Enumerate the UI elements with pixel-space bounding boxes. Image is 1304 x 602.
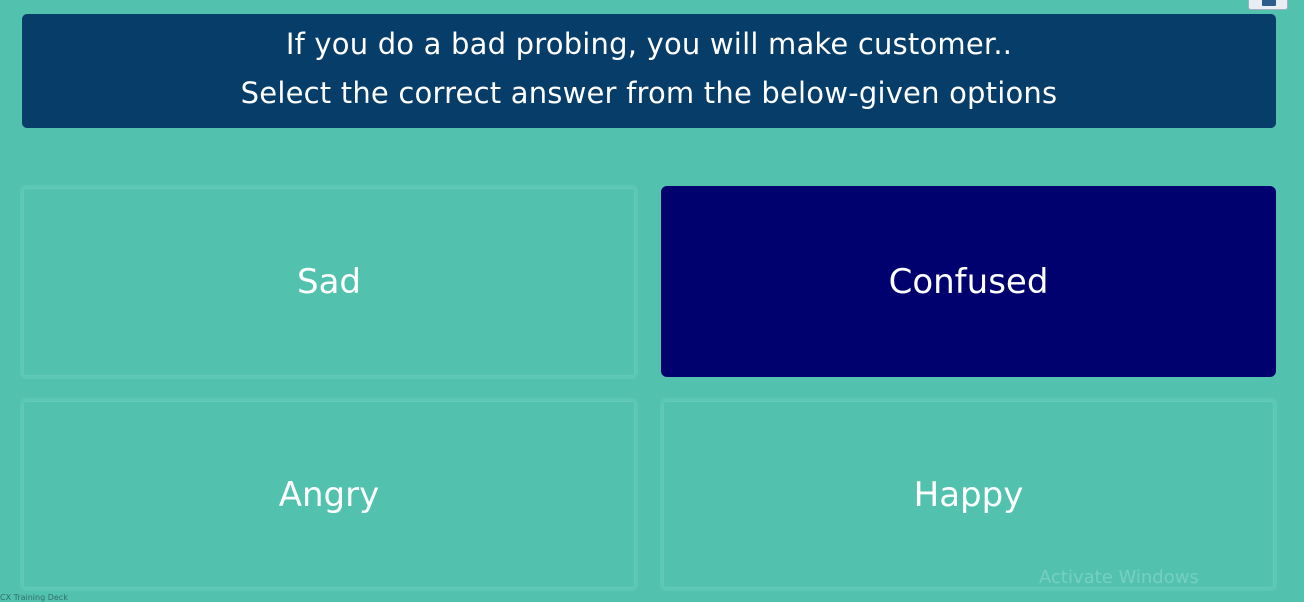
window-icon-glyph: [1262, 0, 1276, 6]
option-label: Angry: [278, 474, 380, 515]
option-angry-button[interactable]: Angry: [20, 398, 638, 591]
window-icon[interactable]: [1248, 0, 1288, 10]
option-sad-button[interactable]: Sad: [20, 185, 638, 379]
activate-windows-watermark: Activate Windows: [1039, 567, 1199, 588]
option-label: Happy: [913, 474, 1024, 515]
question-text: If you do a bad probing, you will make c…: [285, 27, 1013, 61]
question-panel: If you do a bad probing, you will make c…: [22, 14, 1276, 128]
option-label: Sad: [297, 262, 361, 302]
option-label: Confused: [888, 261, 1049, 302]
option-confused-button[interactable]: Confused: [661, 186, 1276, 377]
instruction-text: Select the correct answer from the below…: [240, 76, 1058, 110]
option-happy-button[interactable]: Happy: [660, 398, 1277, 591]
